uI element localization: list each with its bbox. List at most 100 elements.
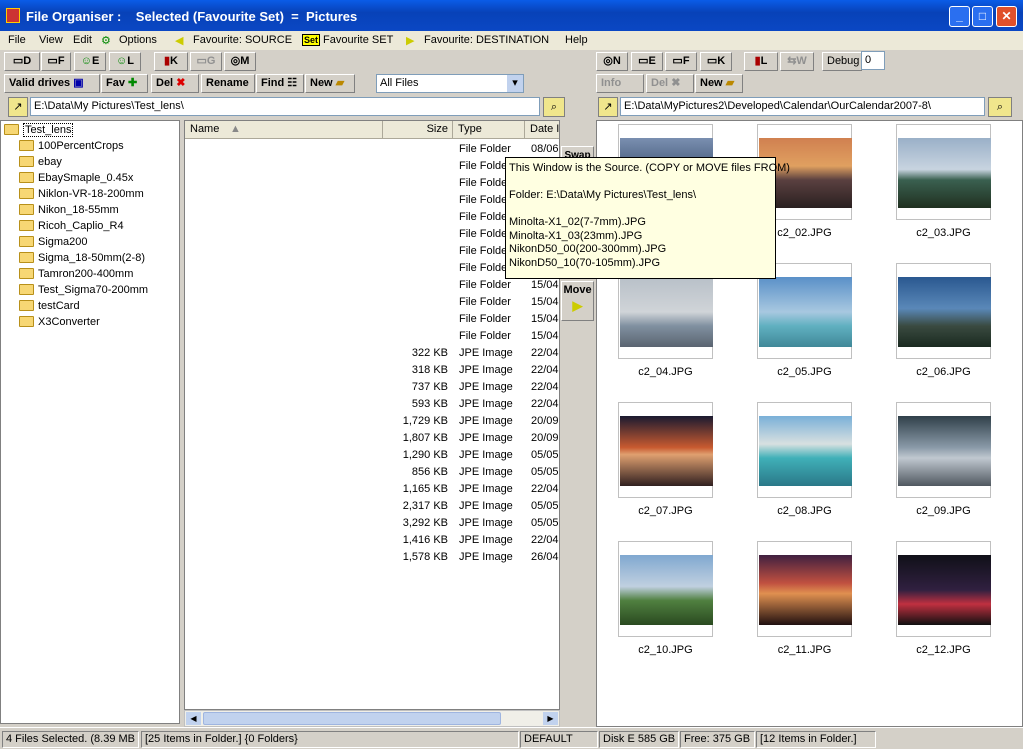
drive-l-button[interactable]: ▮L (744, 52, 778, 71)
drive-f-button[interactable]: ▭F (41, 52, 71, 71)
menu-view[interactable]: View (39, 34, 63, 46)
drive-m-button[interactable]: ◎M (224, 52, 256, 71)
tree-item[interactable]: Sigma_18-50mm(2-8) (19, 250, 145, 266)
file-row[interactable]: X3ConverterFile Folder15/04 (185, 328, 559, 345)
file-row[interactable]: JPGMinolta-X1_02(7-7mm).JPG2,317 KBJPE I… (185, 498, 559, 515)
drive-icon: ▭ (196, 55, 207, 67)
menu-file[interactable]: File (8, 34, 26, 46)
folder-icon (19, 235, 34, 247)
file-row[interactable]: testCardFile Folder15/04 (185, 311, 559, 328)
info-button[interactable]: Info (596, 74, 644, 93)
column-type[interactable]: Type (453, 121, 525, 139)
valid-drives-button[interactable]: Valid drives ▣ (4, 74, 100, 93)
thumbnail[interactable] (757, 541, 852, 637)
file-row[interactable]: JPGFuji_Z1_Zoom(X3).JPG1,807 KBJPE Image… (185, 430, 559, 447)
title-bar: File Organiser : Selected (Favourite Set… (0, 0, 1023, 31)
file-row[interactable]: Ricoh_Caplio_R4File Folder (185, 226, 559, 243)
thumbnail[interactable] (896, 263, 991, 359)
maximize-button[interactable]: □ (972, 6, 993, 27)
file-row[interactable]: JPGMinolta_Z10(8Xoptical_2mpix)_01...856… (185, 464, 559, 481)
tree-item[interactable]: Test_Sigma70-200mm (19, 282, 148, 298)
tree-item[interactable]: X3Converter (19, 314, 100, 330)
minimize-button[interactable]: _ (949, 6, 970, 27)
file-row[interactable]: JPGFuji2600_02_Fine(18mm).JPG737 KBJPE I… (185, 379, 559, 396)
tree-item[interactable]: 100PercentCrops (19, 138, 124, 154)
drive-k-button[interactable]: ▮K (154, 52, 188, 71)
tree-item[interactable]: Niklon-VR-18-200mm (19, 186, 144, 202)
column-date[interactable]: Date I (525, 121, 559, 139)
left-path-field[interactable]: E:\Data\My Pictures\Test_lens\ (30, 97, 540, 116)
file-filter-select[interactable]: All Files ▾ (376, 74, 524, 93)
new-folder-button[interactable]: New ▰ (305, 74, 355, 93)
menu-help[interactable]: Help (565, 34, 588, 46)
drive-k-right-button[interactable]: ▭K (700, 52, 732, 71)
file-row[interactable]: Niklon-VR-18-200mmFile Folder (185, 192, 559, 209)
menu-fav-set[interactable]: Favourite SET (323, 34, 393, 46)
thumbnail[interactable] (757, 402, 852, 498)
file-row[interactable]: EbaySmaple_0.45xFile Folder (185, 175, 559, 192)
rename-button[interactable]: Rename (201, 74, 255, 93)
delete-button[interactable]: Del ✖ (151, 74, 199, 93)
file-row[interactable]: JPGFuji2600_00(18mm).JPG322 KBJPE Image2… (185, 345, 559, 362)
thumbnail[interactable] (618, 541, 713, 637)
fav-button[interactable]: Fav ✚ (101, 74, 148, 93)
user-e-button[interactable]: ☺E (74, 52, 106, 71)
file-row[interactable]: JPGMinolta-X1_03(23mm).JPG3,292 KBJPE Im… (185, 515, 559, 532)
file-row[interactable]: Nikon_18-55mmFile Folder (185, 209, 559, 226)
menu-options[interactable]: Options (119, 34, 157, 46)
drive-g-button[interactable]: ▭G (190, 52, 222, 71)
file-row[interactable]: JPGNikonD50_00(200-300mm).JPG1,416 KBJPE… (185, 532, 559, 549)
delete-right-button[interactable]: Del ✖ (646, 74, 694, 93)
menu-fav-source[interactable]: Favourite: SOURCE (193, 34, 292, 46)
find-button[interactable]: Find ☷ (256, 74, 304, 93)
thumbnail[interactable] (896, 541, 991, 637)
file-row[interactable]: Tamron200-400mmFile Folder15/04 (185, 277, 559, 294)
user-l-button[interactable]: ☺L (109, 52, 141, 71)
file-row[interactable]: JPGNikonD50_10(70-105mm).JPG1,578 KBJPE … (185, 549, 559, 566)
browse-folder-right-icon[interactable]: ⌕ (988, 97, 1012, 117)
tree-item[interactable]: Sigma200 (19, 234, 88, 250)
file-row[interactable]: 100PercentCropsFile Folder08/06 (185, 141, 559, 158)
tree-item[interactable]: testCard (19, 298, 80, 314)
tree-item[interactable]: EbaySmaple_0.45x (19, 170, 133, 186)
file-row[interactable]: JPGFuji2600_03_Fine(18mm).JPG593 KBJPE I… (185, 396, 559, 413)
file-row[interactable]: JPGFuji_Z1_wideAngle.JPG1,729 KBJPE Imag… (185, 413, 559, 430)
browse-folder-icon[interactable]: ⌕ (543, 97, 565, 117)
menu-fav-destination[interactable]: Favourite: DESTINATION (424, 34, 549, 46)
new-folder-right-button[interactable]: New ▰ (695, 74, 743, 93)
file-row[interactable]: Sigma_18-50mm(2-8)File Folder (185, 260, 559, 277)
tree-item[interactable]: Ricoh_Caplio_R4 (19, 218, 124, 234)
scroll-thumb[interactable] (203, 712, 501, 725)
column-size[interactable]: Size (383, 121, 453, 139)
file-row[interactable]: JPGMinoltaA200_00(50-8-200mm).JPG1,165 K… (185, 481, 559, 498)
thumbnail[interactable] (896, 124, 991, 220)
drive-w-button[interactable]: ⇆W (780, 52, 814, 71)
menu-edit[interactable]: Edit (73, 34, 92, 46)
column-name[interactable]: Name ▲ (185, 121, 383, 139)
tree-item[interactable]: Nikon_18-55mm (19, 202, 119, 218)
drive-e-button[interactable]: ▭E (631, 52, 663, 71)
drive-d-button[interactable]: ▭D (4, 52, 40, 71)
file-row[interactable]: Sigma200File Folder (185, 243, 559, 260)
close-button[interactable]: ✕ (996, 6, 1017, 27)
folder-up-icon[interactable]: ↗ (8, 97, 28, 117)
file-row[interactable]: ebayFile Folder (185, 158, 559, 175)
horizontal-scrollbar[interactable]: ◀ ▶ (184, 710, 560, 727)
right-path-field[interactable]: E:\Data\MyPictures2\Developed\Calendar\O… (620, 97, 985, 116)
file-row[interactable]: Test_Sigma70-200mmFile Folder15/04 (185, 294, 559, 311)
file-row[interactable]: JPGFuji2600_01(06mm).JPG318 KBJPE Image2… (185, 362, 559, 379)
thumbnail[interactable] (618, 402, 713, 498)
thumbnail[interactable] (896, 402, 991, 498)
drive-f-right-button[interactable]: ▭F (665, 52, 697, 71)
chevron-down-icon[interactable]: ▾ (507, 75, 523, 92)
folder-up-right-icon[interactable]: ↗ (598, 97, 618, 117)
tree-item[interactable]: ebay (19, 154, 62, 170)
tree-item[interactable]: Tamron200-400mm (19, 266, 133, 282)
tree-root[interactable]: Test_lens (4, 122, 74, 138)
move-button[interactable]: Move ▶ (561, 281, 594, 321)
scroll-right-icon[interactable]: ▶ (543, 712, 558, 725)
debug-input[interactable]: 0 (861, 51, 885, 70)
scroll-left-icon[interactable]: ◀ (186, 712, 201, 725)
file-row[interactable]: JPGMinolta_Z10(8Xoptical_2mpix)_00...1,2… (185, 447, 559, 464)
drive-n-button[interactable]: ◎N (596, 52, 628, 71)
